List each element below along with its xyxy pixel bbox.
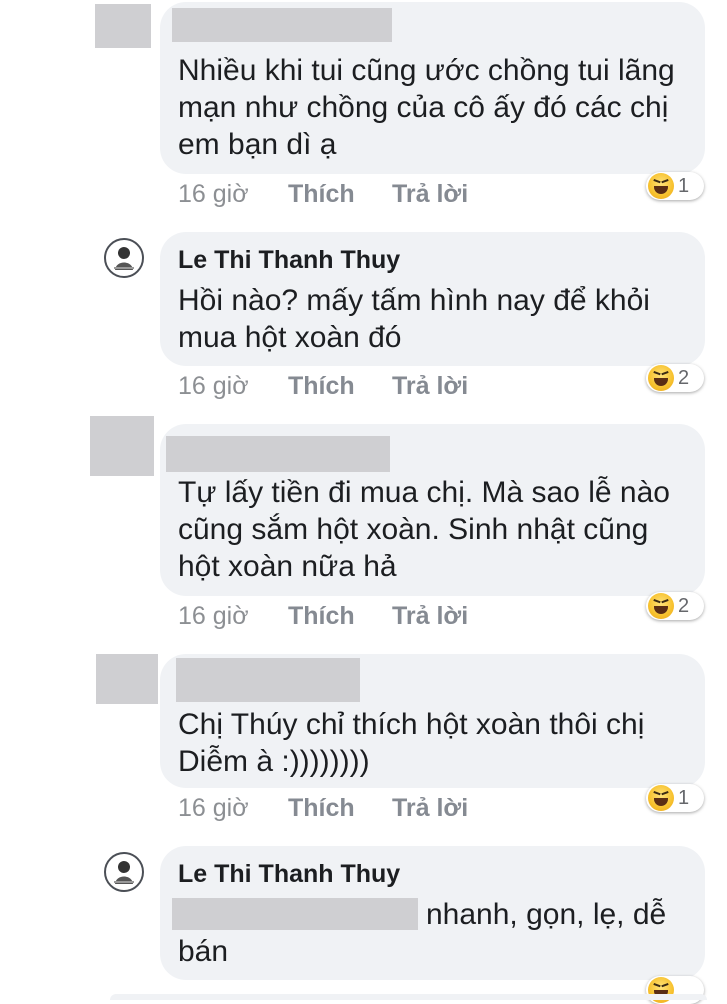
avatar[interactable] xyxy=(104,238,144,278)
reaction-count: 1 xyxy=(678,174,690,197)
reaction-summary[interactable]: 2 xyxy=(646,364,704,392)
redacted-author-name xyxy=(172,8,392,42)
reaction-summary[interactable]: 2 xyxy=(646,592,704,620)
comment-text: bán xyxy=(178,935,229,968)
reply-button[interactable]: Trả lời xyxy=(392,794,468,823)
reaction-count: 2 xyxy=(678,366,690,389)
comment-author[interactable]: Le Thi Thanh Thuy xyxy=(178,246,400,275)
comment-text: Nhiều khi tui cũng ước chồng tui lãng mạ… xyxy=(178,54,675,161)
haha-icon xyxy=(648,785,674,811)
reply-button[interactable]: Trả lời xyxy=(392,180,468,209)
reaction-summary[interactable]: 1 xyxy=(646,172,704,200)
redacted-text xyxy=(172,898,418,930)
redacted-author-name xyxy=(166,436,390,472)
comment-timestamp[interactable]: 16 giờ xyxy=(178,794,249,823)
reply-button[interactable]: Trả lời xyxy=(392,602,468,631)
avatar[interactable] xyxy=(90,416,154,476)
reaction-count: 2 xyxy=(678,594,690,617)
haha-icon xyxy=(648,365,674,391)
comment-text: nhanh, gọn, lẹ, dễ xyxy=(426,898,667,931)
comment-text: Chị Thúy chỉ thích hột xoàn thôi chị Diễ… xyxy=(178,708,645,778)
like-button[interactable]: Thích xyxy=(288,794,355,823)
comment-text: Tự lấy tiền đi mua chị. Mà sao lễ nào cũ… xyxy=(178,476,670,583)
avatar[interactable] xyxy=(104,852,144,892)
reaction-count: 1 xyxy=(678,786,690,809)
like-button[interactable]: Thích xyxy=(288,602,355,631)
haha-icon xyxy=(648,173,674,199)
avatar[interactable] xyxy=(96,654,158,704)
avatar[interactable] xyxy=(95,4,151,48)
haha-icon xyxy=(648,593,674,619)
redacted-author-name xyxy=(176,658,360,702)
like-button[interactable]: Thích xyxy=(288,372,355,401)
next-comment-edge xyxy=(110,994,707,1000)
comment-author[interactable]: Le Thi Thanh Thuy xyxy=(178,860,400,889)
reaction-summary[interactable]: 1 xyxy=(646,784,704,812)
comment-text: Hồi nào? mấy tấm hình nay để khỏi mua hộ… xyxy=(178,284,650,354)
reply-button[interactable]: Trả lời xyxy=(392,372,468,401)
avatar-illustration-icon xyxy=(114,861,134,884)
comment-timestamp[interactable]: 16 giờ xyxy=(178,372,249,401)
like-button[interactable]: Thích xyxy=(288,180,355,209)
comment-timestamp[interactable]: 16 giờ xyxy=(178,180,249,209)
avatar-illustration-icon xyxy=(114,247,134,270)
comment-timestamp[interactable]: 16 giờ xyxy=(178,602,249,631)
